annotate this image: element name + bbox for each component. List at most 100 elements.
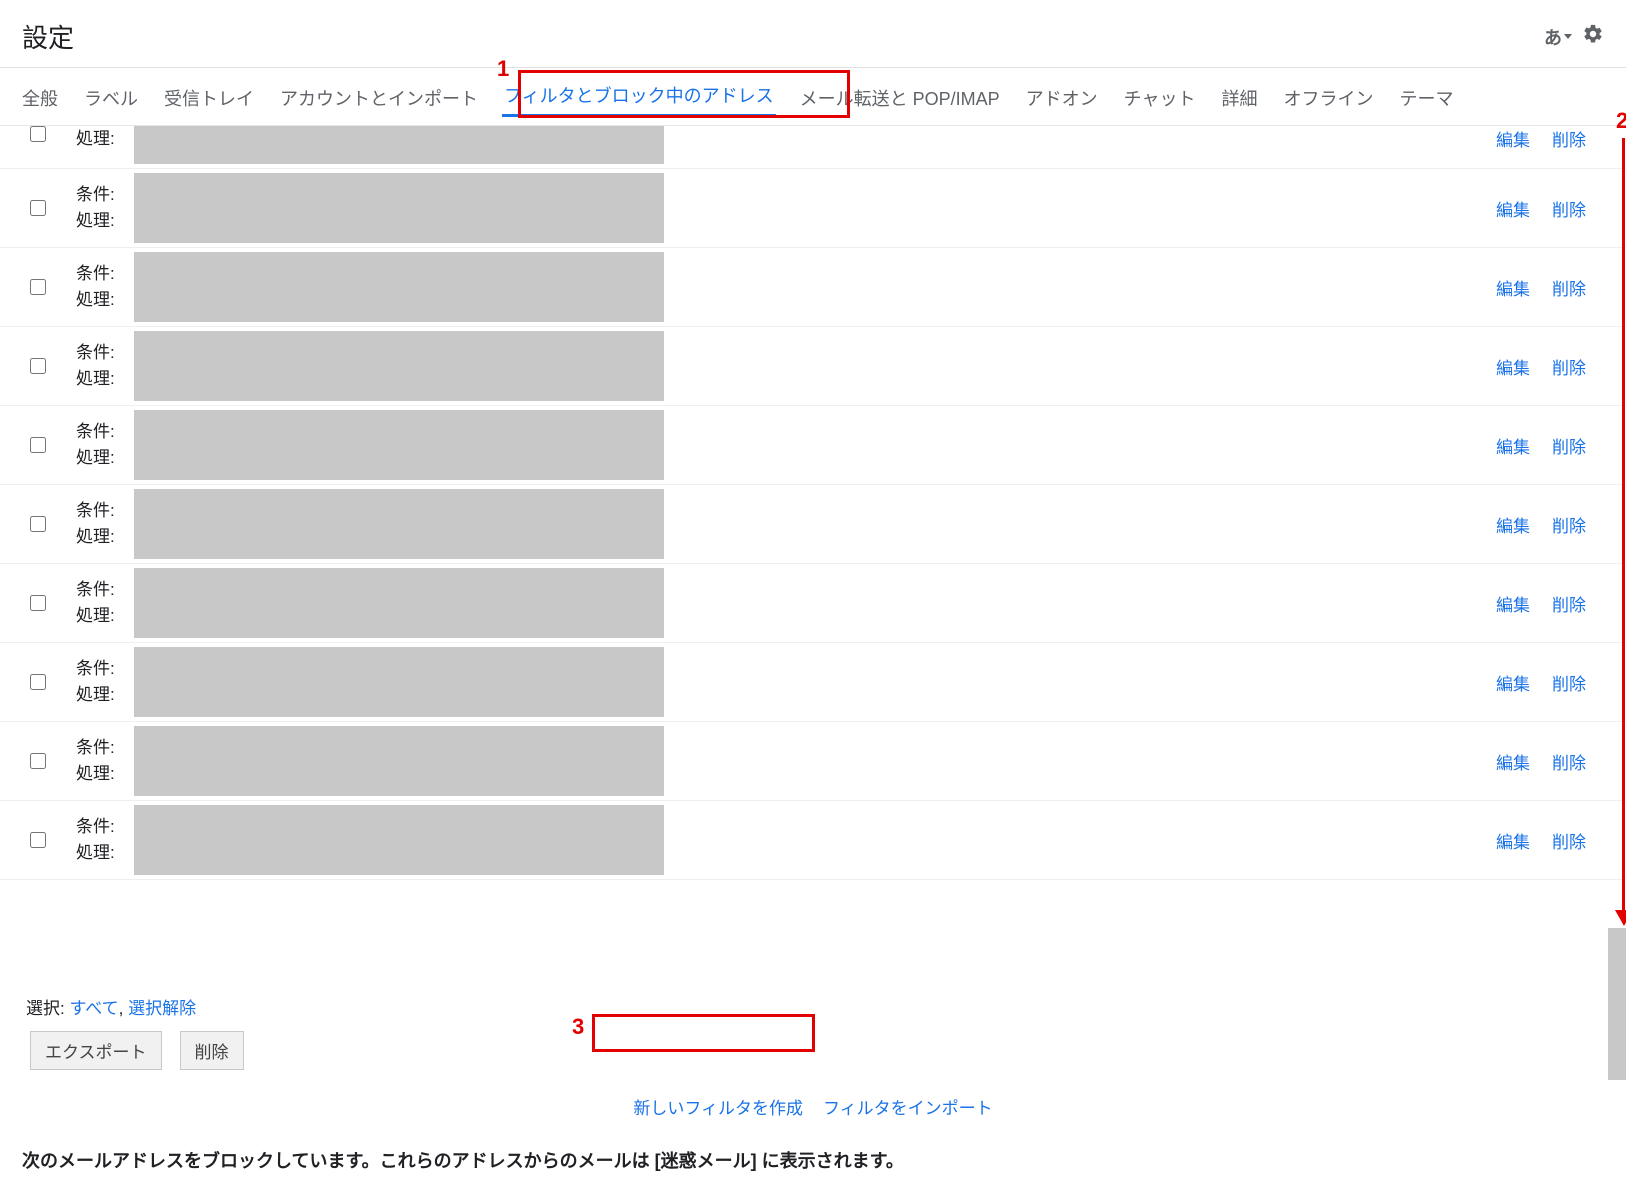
delete-link[interactable]: 削除 [1552,354,1586,379]
edit-link[interactable]: 編集 [1496,670,1530,695]
delete-button[interactable]: 削除 [180,1031,244,1070]
redacted-content [134,173,664,243]
filter-checkbox[interactable] [30,437,46,453]
delete-link[interactable]: 削除 [1552,275,1586,300]
edit-link[interactable]: 編集 [1496,591,1530,616]
filter-labels: 条件:処理: [76,419,134,472]
blocked-addresses-heading: 次のメールアドレスをブロックしています。これらのアドレスからのメールは [迷惑メ… [0,1137,1626,1183]
delete-link[interactable]: 削除 [1552,828,1586,853]
ime-label: あ [1544,24,1562,50]
filter-actions: 編集削除 [1496,126,1606,151]
header-right: あ [1544,23,1604,50]
filter-labels: 条件:処理: [76,182,134,235]
separator: , [119,999,124,1018]
scrollbar-thumb[interactable] [1608,928,1626,1080]
filter-checkbox[interactable] [30,200,46,216]
delete-link[interactable]: 削除 [1552,512,1586,537]
bulk-buttons: エクスポート 削除 [0,1027,1626,1084]
filter-checkbox[interactable] [30,279,46,295]
edit-link[interactable]: 編集 [1496,354,1530,379]
page-title: 設定 [22,18,74,55]
filter-checkbox[interactable] [30,126,46,142]
redacted-content [134,489,664,559]
edit-link[interactable]: 編集 [1496,433,1530,458]
edit-link[interactable]: 編集 [1496,275,1530,300]
tab-3[interactable]: アカウントとインポート [278,81,480,115]
filter-labels: 条件:処理: [76,656,134,709]
delete-link[interactable]: 削除 [1552,433,1586,458]
filter-actions: 編集削除 [1496,512,1606,537]
delete-link[interactable]: 削除 [1552,749,1586,774]
tab-5[interactable]: メール転送と POP/IMAP [798,81,1002,115]
filter-actions: 編集削除 [1496,670,1606,695]
settings-header: 設定 あ [0,0,1626,68]
settings-tabs: 全般ラベル受信トレイアカウントとインポートフィルタとブロック中のアドレスメール転… [0,68,1626,126]
filter-checkbox[interactable] [30,358,46,374]
filter-labels: 条件:処理: [76,577,134,630]
redacted-content [134,410,664,480]
filter-labels: 条件:処理: [76,498,134,551]
delete-link[interactable]: 削除 [1552,591,1586,616]
filter-row: 条件:処理: 編集削除 [0,406,1626,485]
tab-10[interactable]: テーマ [1398,81,1456,115]
filter-row: 条件:処理: 編集削除 [0,722,1626,801]
filter-bottom-links: 新しいフィルタを作成 フィルタをインポート [0,1084,1626,1137]
filter-actions: 編集削除 [1496,749,1606,774]
filter-actions: 編集削除 [1496,196,1606,221]
filter-row: 条件:処理: 編集削除 [0,169,1626,248]
edit-link[interactable]: 編集 [1496,196,1530,221]
filter-actions: 編集削除 [1496,828,1606,853]
filter-row: 条件:処理: 編集削除 [0,643,1626,722]
filters-content: 処理:編集削除条件:処理:編集削除条件:処理:編集削除条件:処理:編集削除条件:… [0,126,1626,986]
select-all-link[interactable]: すべて [69,999,118,1018]
filter-checkbox[interactable] [30,595,46,611]
edit-link[interactable]: 編集 [1496,828,1530,853]
filter-actions: 編集削除 [1496,433,1606,458]
filter-checkbox[interactable] [30,832,46,848]
select-row: 選択: すべて, 選択解除 [0,986,1626,1027]
filter-labels: 処理: [76,126,134,152]
filter-labels: 条件:処理: [76,814,134,867]
filter-row: 条件:処理: 編集削除 [0,248,1626,327]
tab-0[interactable]: 全般 [20,81,60,115]
select-none-link[interactable]: 選択解除 [128,999,196,1018]
filter-checkbox[interactable] [30,674,46,690]
edit-link[interactable]: 編集 [1496,749,1530,774]
filter-actions: 編集削除 [1496,591,1606,616]
filter-checkbox[interactable] [30,753,46,769]
filter-checkbox[interactable] [30,516,46,532]
filter-labels: 条件:処理: [76,735,134,788]
import-filter-link[interactable]: フィルタをインポート [823,1094,993,1119]
edit-link[interactable]: 編集 [1496,512,1530,537]
tab-1[interactable]: ラベル [82,81,140,115]
delete-link[interactable]: 削除 [1552,196,1586,221]
filter-row: 条件:処理: 編集削除 [0,485,1626,564]
gear-icon[interactable] [1582,23,1604,50]
tab-6[interactable]: アドオン [1024,81,1100,115]
redacted-content [134,726,664,796]
tab-8[interactable]: 詳細 [1220,81,1260,115]
create-filter-link[interactable]: 新しいフィルタを作成 [633,1094,803,1119]
delete-link[interactable]: 削除 [1552,670,1586,695]
redacted-content [134,805,664,875]
filter-row: 条件:処理: 編集削除 [0,564,1626,643]
filter-actions: 編集削除 [1496,275,1606,300]
redacted-content [134,126,664,164]
redacted-content [134,647,664,717]
filter-labels: 条件:処理: [76,340,134,393]
tab-4[interactable]: フィルタとブロック中のアドレス [502,78,776,117]
filter-row: 処理: 編集削除 [0,126,1626,169]
tab-7[interactable]: チャット [1122,81,1198,115]
caret-down-icon [1564,34,1572,39]
filter-actions: 編集削除 [1496,354,1606,379]
redacted-content [134,568,664,638]
tab-2[interactable]: 受信トレイ [162,81,256,115]
tab-9[interactable]: オフライン [1282,81,1376,115]
export-button[interactable]: エクスポート [30,1031,162,1070]
edit-link[interactable]: 編集 [1496,126,1530,151]
filter-row: 条件:処理: 編集削除 [0,801,1626,880]
filter-labels: 条件:処理: [76,261,134,314]
redacted-content [134,331,664,401]
input-method-indicator[interactable]: あ [1544,24,1572,50]
delete-link[interactable]: 削除 [1552,126,1586,151]
